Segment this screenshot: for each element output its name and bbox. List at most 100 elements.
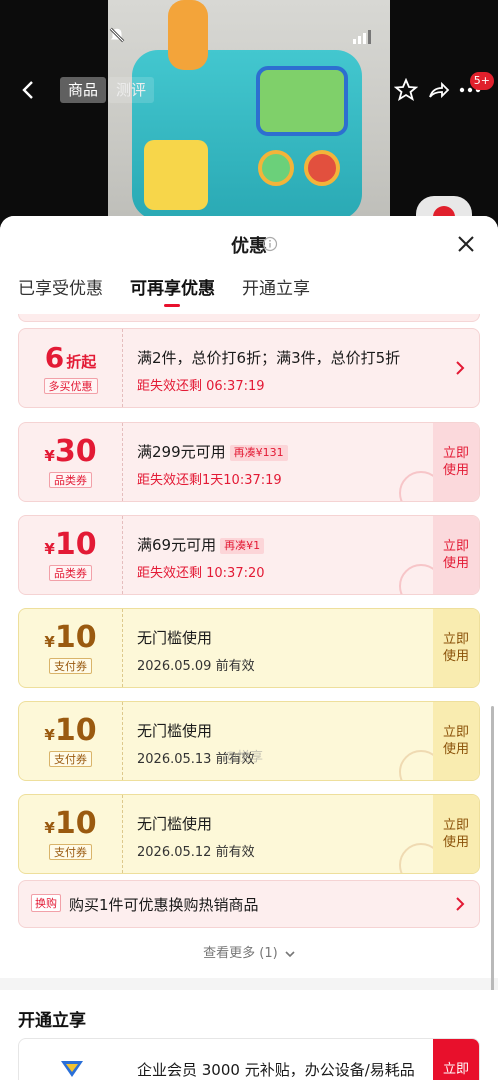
toy-shape (304, 150, 340, 186)
coupon-value: ¥30 (19, 435, 122, 469)
back-icon[interactable] (18, 78, 40, 102)
product-image (108, 0, 390, 230)
currency-symbol: ¥ (44, 819, 55, 837)
coupon-type-tag: 品类券 (49, 472, 92, 488)
coupon-condition: 满69元可用 (137, 536, 217, 554)
use-now-button[interactable]: 立即 使用 (433, 795, 479, 873)
coupon-amount: 10 (54, 806, 97, 841)
coupon-title: 满299元可用 再凑¥131 (137, 441, 288, 462)
coupon-countdown: 距失效还剩1天10:37:19 (137, 473, 282, 488)
product-nav-bar: 商品 测评 5+ (0, 72, 498, 106)
coupon-extra-badge: 再凑¥1 (220, 537, 265, 554)
share-icon[interactable] (426, 78, 450, 102)
coupon-amount: 10 (54, 713, 97, 748)
coupon-type-tag: 支付券 (49, 751, 92, 767)
sheet-header: 优惠 (0, 216, 498, 272)
coupon-countdown: 距失效还剩 06:37:19 (137, 379, 265, 394)
currency-symbol: ¥ (44, 540, 55, 558)
coupon-value-area: ¥30 品类券 (19, 423, 123, 501)
coupon-value-area: ¥10 支付券 (19, 609, 123, 687)
coupon-value: ¥10 (19, 621, 122, 655)
coupon-type-tag: 支付券 (49, 844, 92, 860)
toy-shape (168, 0, 208, 70)
coupon-partial (18, 314, 480, 322)
activate-now-button[interactable]: 立即 (433, 1039, 479, 1080)
sheet-title: 优惠 (231, 236, 267, 257)
member-benefit-text: 企业会员 3000 元补贴，办公设备/易耗品 (137, 1061, 415, 1079)
sheet-body: 优惠 已享受优惠 可再享优惠 开通立享 6 折起 多买优惠 满2件，总价打6折；… (0, 216, 498, 978)
see-more-label: 查看更多 (1) (203, 946, 278, 961)
coupon-type-tag: 多买优惠 (43, 378, 98, 394)
chevron-down-icon (285, 950, 295, 957)
currency-symbol: ¥ (44, 447, 55, 465)
coupon-card[interactable]: ¥10 支付券 无门槛使用 2026.05.09 前有效 立即 使用 (18, 608, 480, 688)
member-benefit-card[interactable]: 企业会员 3000 元补贴，办公设备/易耗品 立即 (18, 1038, 480, 1080)
mute-icon (109, 27, 125, 43)
coupon-title: 无门槛使用 (137, 629, 213, 647)
coupon-title: 满2件，总价打6折；满3件，总价打5折 (137, 349, 401, 367)
use-now-button[interactable]: 立即 使用 (433, 609, 479, 687)
coupon-condition: 满299元可用 (137, 443, 226, 461)
toy-shape (258, 150, 294, 186)
currency-symbol: ¥ (44, 633, 55, 651)
coupon-card[interactable]: ¥10 支付券 无门槛使用 2026.05.13 前有效 立即 使用 (18, 701, 480, 781)
scrollbar[interactable] (491, 706, 494, 1026)
coupon-amount: 10 (54, 620, 97, 655)
coupon-expiry: 2026.05.09 前有效 (137, 659, 255, 674)
product-page-background: 商品 测评 5+ (0, 0, 498, 230)
exchange-tag: 换购 (31, 894, 61, 912)
discount-sheet: 优惠 已享受优惠 可再享优惠 开通立享 6 折起 多买优惠 满2件，总价打6折；… (0, 216, 498, 1080)
tab-activate-benefits[interactable]: 开通立享 (242, 272, 310, 312)
active-tab-indicator (164, 304, 180, 307)
coupon-value-area: ¥10 支付券 (19, 702, 123, 780)
coupon-card[interactable]: ¥10 支付券 无门槛使用 2026.05.12 前有效 立即 使用 (18, 794, 480, 874)
enterprise-logo-icon (61, 1061, 83, 1077)
close-icon[interactable] (456, 234, 476, 254)
coupon-value: 6 折起 (19, 341, 122, 375)
coupon-title: 满69元可用 再凑¥1 (137, 534, 265, 555)
coupon-expiry: 2026.05.12 前有效 (137, 845, 255, 860)
notification-badge: 5+ (469, 72, 494, 90)
activate-benefits-section: 开通立享 企业会员 3000 元补贴，办公设备/易耗品 立即 (0, 990, 498, 1080)
watermark: @悦享 (224, 750, 264, 765)
chevron-right-icon (456, 897, 465, 911)
info-icon[interactable] (262, 236, 278, 252)
exchange-text: 购买1件可优惠换购热销商品 (69, 896, 259, 914)
use-now-button[interactable]: 立即 使用 (433, 516, 479, 594)
coupon-title: 无门槛使用 (137, 722, 213, 740)
chevron-right-icon (456, 361, 465, 375)
coupon-extra-badge: 再凑¥131 (229, 444, 288, 461)
discount-tabs: 已享受优惠 可再享优惠 开通立享 (0, 272, 498, 318)
section-title: 开通立享 (18, 1011, 86, 1031)
star-icon[interactable] (394, 78, 418, 102)
coupon-value: ¥10 (19, 528, 122, 562)
toy-shape (144, 140, 208, 210)
coupon-value-area: 6 折起 多买优惠 (19, 329, 123, 407)
coupon-value-area: ¥10 品类券 (19, 516, 123, 594)
use-now-button[interactable]: 立即 使用 (433, 423, 479, 501)
coupon-countdown: 距失效还剩 10:37:20 (137, 566, 265, 581)
coupon-value-area: ¥10 支付券 (19, 795, 123, 873)
coupon-value: ¥10 (19, 807, 122, 841)
discount-suffix: 折起 (66, 353, 97, 371)
coupon-amount: 30 (54, 434, 97, 469)
currency-symbol: ¥ (44, 726, 55, 744)
coupon-amount: 10 (54, 527, 97, 562)
coupon-type-tag: 支付券 (49, 658, 92, 674)
multi-buy-discount-card[interactable]: 6 折起 多买优惠 满2件，总价打6折；满3件，总价打5折 距失效还剩 06:37… (18, 328, 480, 408)
tab-enjoyed-discounts[interactable]: 已享受优惠 (18, 272, 103, 312)
coupon-value: ¥10 (19, 714, 122, 748)
coupon-title: 无门槛使用 (137, 815, 213, 833)
tab-product[interactable]: 商品 (60, 77, 107, 103)
more-menu[interactable]: 5+ (458, 72, 494, 102)
coupon-card[interactable]: ¥10 品类券 满69元可用 再凑¥1 距失效还剩 10:37:20 立即 使用 (18, 515, 480, 595)
tab-review[interactable]: 测评 (108, 77, 155, 103)
use-now-button[interactable]: 立即 使用 (433, 702, 479, 780)
coupon-type-tag: 品类券 (49, 565, 92, 581)
discount-value: 6 (44, 341, 65, 374)
see-more-link[interactable]: 查看更多 (1) (0, 942, 498, 961)
coupon-list: 6 折起 多买优惠 满2件，总价打6折；满3件，总价打5折 距失效还剩 06:37… (0, 314, 498, 934)
coupon-card[interactable]: ¥30 品类券 满299元可用 再凑¥131 距失效还剩1天10:37:19 立即… (18, 422, 480, 502)
exchange-purchase-row[interactable]: 换购 购买1件可优惠换购热销商品 (18, 880, 480, 928)
signal-icon (353, 30, 371, 44)
